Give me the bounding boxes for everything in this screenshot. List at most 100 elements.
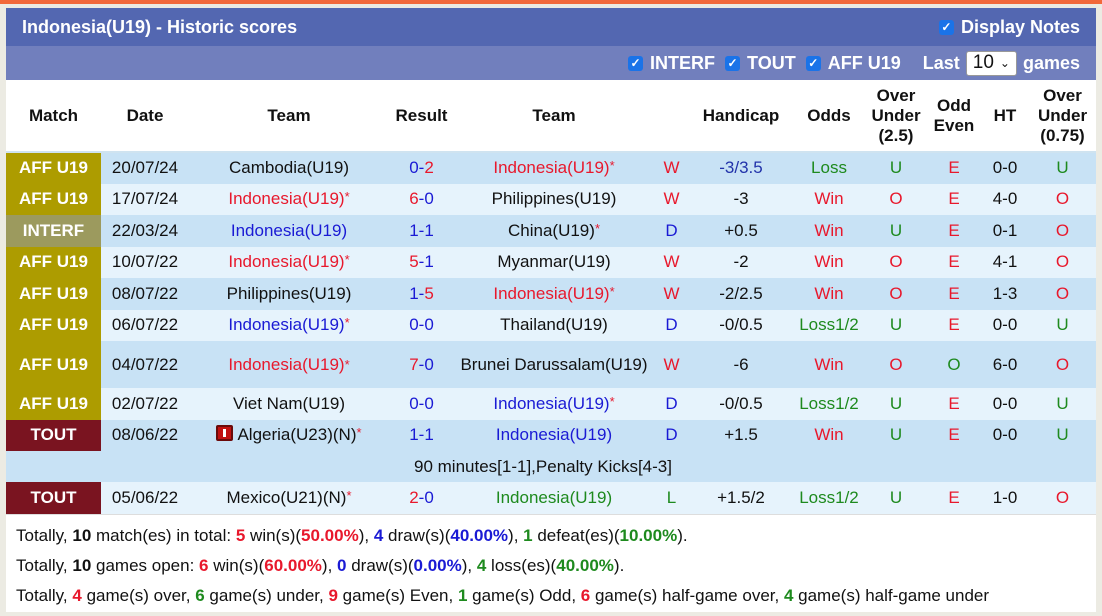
text: ). (613, 555, 625, 575)
away-team-cell[interactable]: Indonesia(U19) (454, 419, 654, 451)
result-cell[interactable]: 1-5 (389, 278, 454, 310)
away-team-cell[interactable]: Myanmar(U19) (454, 246, 654, 278)
result-cell[interactable]: 1-1 (389, 419, 454, 451)
home-team-cell[interactable]: Philippines(U19) (189, 278, 389, 310)
team-name[interactable]: Indonesia(U19) (496, 425, 612, 444)
result-cell[interactable]: 1-1 (389, 215, 454, 247)
match-badge[interactable]: TOUT (6, 419, 101, 451)
match-badge[interactable]: AFF U19 (6, 278, 101, 310)
match-badge[interactable]: TOUT (6, 482, 101, 514)
home-team-cell[interactable]: Indonesia(U19)* (189, 309, 389, 341)
filter-aff-u19[interactable]: ✓ AFF U19 (805, 53, 901, 74)
table-row: AFF U19 04/07/22 Indonesia(U19)* 7-0 Brunei … (6, 341, 1096, 388)
team-name[interactable]: China(U19) (508, 221, 595, 240)
team-name[interactable]: Indonesia(U19) (228, 315, 344, 334)
away-team-cell[interactable]: Indonesia(U19)* (454, 388, 654, 420)
wdl-cell: L (654, 482, 689, 514)
home-team-cell[interactable]: Mexico(U21)(N)* (189, 482, 389, 514)
team-name[interactable]: Indonesia(U19) (228, 189, 344, 208)
col-handicap: Handicap (689, 80, 793, 153)
home-team-cell[interactable]: Cambodia(U19) (189, 152, 389, 184)
team-name[interactable]: Myanmar(U19) (497, 252, 610, 271)
home-team-cell[interactable]: Viet Nam(U19) (189, 388, 389, 420)
checkbox-checked-icon[interactable]: ✓ (725, 55, 741, 71)
home-score: 1 (409, 220, 419, 240)
away-team-cell[interactable]: Philippines(U19) (454, 183, 654, 215)
text: game(s) over, (81, 585, 196, 605)
team-name[interactable]: Indonesia(U19) (493, 394, 609, 413)
text: match(es) in total: (91, 525, 236, 545)
team-name[interactable]: Brunei Darussalam(U19) (460, 355, 647, 374)
result-cell[interactable]: 6-0 (389, 183, 454, 215)
filter-interf[interactable]: ✓ INTERF (628, 53, 715, 74)
result-cell[interactable]: 5-1 (389, 246, 454, 278)
odds-cell: Win (793, 246, 865, 278)
checkbox-checked-icon[interactable]: ✓ (805, 55, 821, 71)
home-marker: * (344, 356, 350, 372)
top-decor-strip (0, 0, 1102, 4)
team-name[interactable]: Indonesia(U19) (493, 284, 609, 303)
match-badge[interactable]: AFF U19 (6, 246, 101, 278)
home-team-cell[interactable]: Algeria(U23)(N)* (189, 419, 389, 451)
away-score: 0 (424, 354, 434, 374)
match-badge[interactable]: INTERF (6, 215, 101, 247)
team-name[interactable]: Viet Nam(U19) (233, 394, 345, 413)
team-name[interactable]: Indonesia(U19) (496, 488, 612, 507)
text: defeat(es)( (532, 525, 620, 545)
home-score: 0 (409, 158, 419, 178)
home-team-cell[interactable]: Indonesia(U19)* (189, 246, 389, 278)
match-note-row: 90 minutes[1-1],Penalty Kicks[4-3] (6, 451, 1096, 482)
team-name[interactable]: Indonesia(U19) (493, 158, 609, 177)
team-name[interactable]: Mexico(U21)(N) (226, 488, 346, 507)
away-team-cell[interactable]: Indonesia(U19)* (454, 278, 654, 310)
team-name[interactable]: Philippines(U19) (227, 284, 352, 303)
result-cell[interactable]: 0-0 (389, 309, 454, 341)
match-badge[interactable]: AFF U19 (6, 388, 101, 420)
home-score: 7 (409, 354, 419, 374)
away-team-cell[interactable]: Thailand(U19) (454, 309, 654, 341)
match-badge[interactable]: AFF U19 (6, 309, 101, 341)
over-under-cell: O (865, 278, 927, 310)
result-cell[interactable]: 0-0 (389, 388, 454, 420)
checkbox-checked-icon[interactable]: ✓ (938, 19, 954, 35)
result-cell[interactable]: 2-0 (389, 482, 454, 514)
filter-tout[interactable]: ✓ TOUT (725, 53, 796, 74)
team-name[interactable]: Indonesia(U19) (228, 355, 344, 374)
team-name[interactable]: Indonesia(U19) (228, 252, 344, 271)
away-team-cell[interactable]: Indonesia(U19)* (454, 152, 654, 184)
header-line: Over (876, 85, 916, 105)
half-over-count: 6 (580, 585, 591, 605)
last-games-select[interactable]: 10 ⌄ (965, 50, 1017, 76)
col-home-team: Team (189, 80, 389, 153)
total-count: 10 (72, 555, 92, 575)
win-count: 6 (199, 555, 209, 575)
match-badge[interactable]: AFF U19 (6, 341, 101, 388)
over-under-cell: U (865, 388, 927, 420)
col-over-under-2-5: Over Under (2.5) (865, 80, 927, 153)
scores-table: Match Date Team Result Team Handicap Odd… (6, 80, 1096, 514)
flag-icon (216, 425, 234, 442)
team-name[interactable]: Indonesia(U19) (231, 221, 347, 240)
display-notes-toggle[interactable]: ✓ Display Notes (938, 17, 1080, 38)
team-name[interactable]: Cambodia(U19) (229, 158, 349, 177)
result-cell[interactable]: 0-2 (389, 152, 454, 184)
over-under-cell: O (865, 183, 927, 215)
result-cell[interactable]: 7-0 (389, 341, 454, 388)
away-team-cell[interactable]: China(U19)* (454, 215, 654, 247)
home-team-cell[interactable]: Indonesia(U19)* (189, 183, 389, 215)
away-team-cell[interactable]: Indonesia(U19) (454, 482, 654, 514)
odd-even-cell: O (927, 341, 981, 388)
team-name[interactable]: Philippines(U19) (492, 189, 617, 208)
team-name[interactable]: Thailand(U19) (500, 315, 608, 334)
ht-cell: 0-0 (981, 419, 1029, 451)
handicap-cell: -0/0.5 (689, 388, 793, 420)
team-name[interactable]: Algeria(U23)(N) (237, 425, 356, 444)
match-badge[interactable]: AFF U19 (6, 183, 101, 215)
text: win(s)( (245, 525, 302, 545)
home-team-cell[interactable]: Indonesia(U19)* (189, 341, 389, 388)
home-team-cell[interactable]: Indonesia(U19) (189, 215, 389, 247)
handicap-cell: +0.5 (689, 215, 793, 247)
checkbox-checked-icon[interactable]: ✓ (628, 55, 644, 71)
away-team-cell[interactable]: Brunei Darussalam(U19) (454, 341, 654, 388)
match-badge[interactable]: AFF U19 (6, 152, 101, 184)
